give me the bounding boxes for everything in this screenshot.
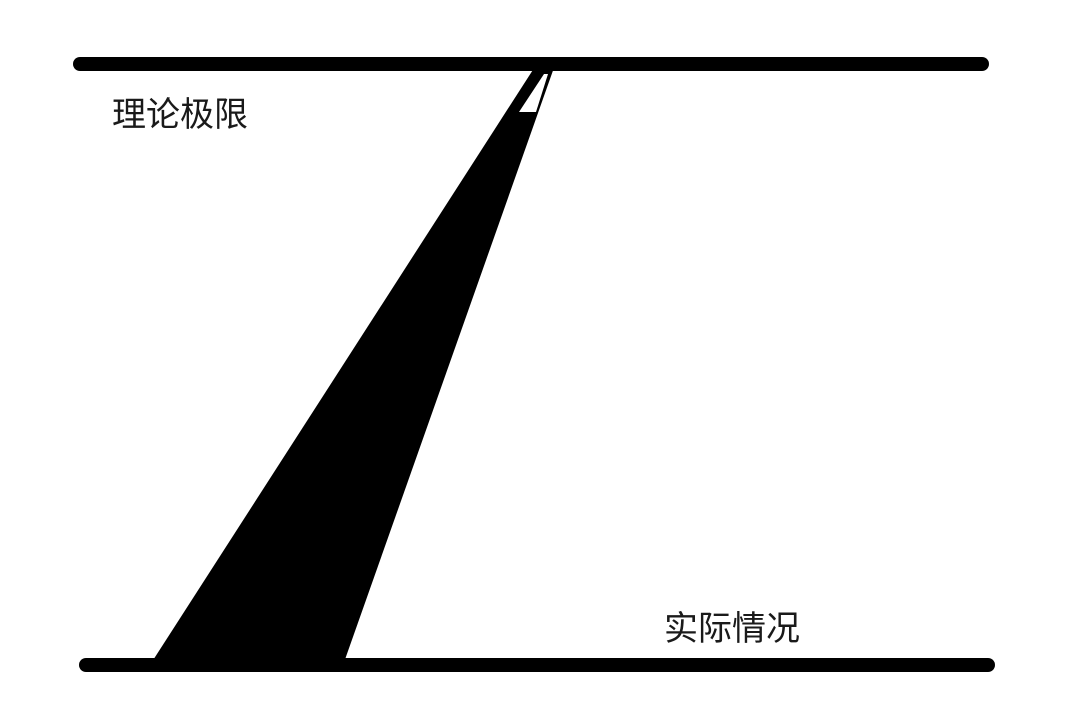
- actual-situation-label: 实际情况: [664, 609, 800, 649]
- wedge-shape: [148, 62, 556, 668]
- theoretical-limit-label: 理论极限: [112, 95, 248, 135]
